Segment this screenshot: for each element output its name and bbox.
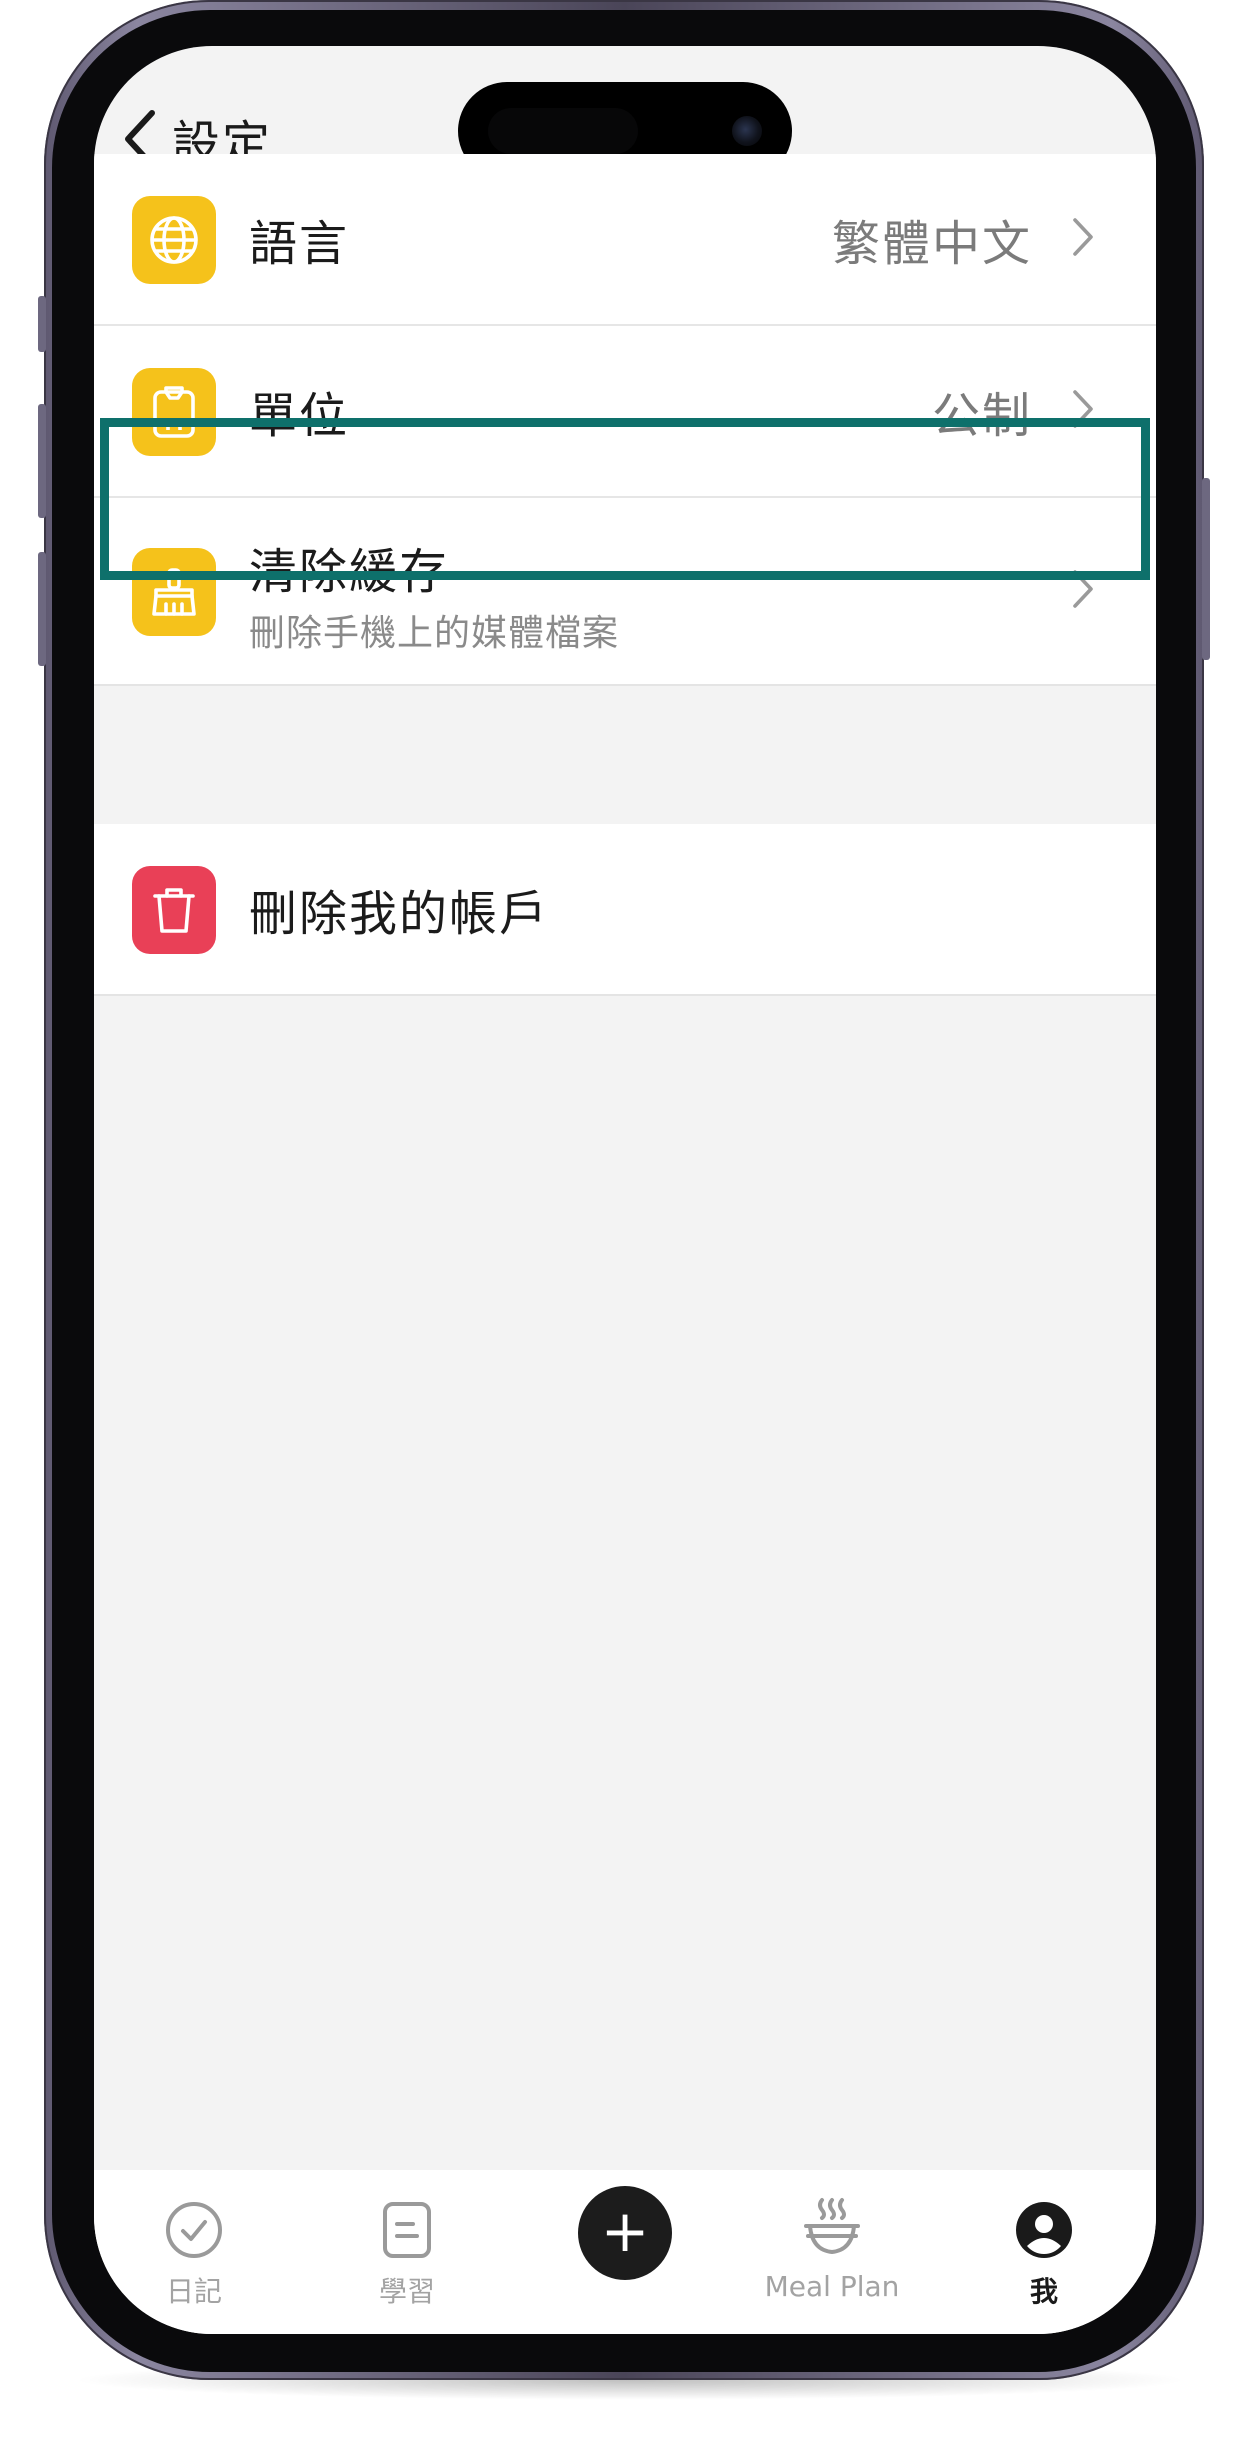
settings-row-clear-cache[interactable]: 清除緩存 刪除手機上的媒體檔案 [94,498,1156,686]
row-label: 刪除我的帳戶 [249,886,550,942]
tab-label: Meal Plan [764,2270,900,2303]
tab-bar: 日記 學習 + Meal Plan 我 [94,2170,1156,2334]
settings-group-general: 語言 繁體中文 單位 公制 清除緩存 刪除手機上的媒體檔案 [94,154,1156,686]
island-sensor [488,108,638,154]
tab-diary[interactable]: 日記 [114,2170,274,2310]
add-button[interactable]: + [578,2186,672,2280]
globe-icon [132,196,216,284]
chevron-right-icon [1072,217,1094,261]
tab-learn[interactable]: 學習 [327,2170,487,2310]
settings-row-units[interactable]: 單位 公制 [94,326,1156,498]
chevron-right-icon [1072,569,1094,613]
volume-up-button [38,404,46,518]
volume-down-button [38,552,46,666]
note-icon [327,2170,487,2260]
trash-icon [132,866,216,954]
tab-label: 學習 [378,2275,435,2308]
row-label: 清除緩存 [249,544,450,600]
tab-label: 日記 [165,2275,222,2308]
chevron-right-icon [1072,389,1094,433]
action-button [38,296,46,352]
front-camera [732,116,762,146]
row-label: 單位 [249,388,350,444]
clipboard-icon [132,368,216,456]
plus-icon: + [600,2197,650,2265]
user-icon [964,2170,1124,2260]
tab-meal-plan[interactable]: Meal Plan [752,2170,912,2303]
settings-row-delete-account[interactable]: 刪除我的帳戶 [94,824,1156,996]
settings-group-account: 刪除我的帳戶 [94,824,1156,996]
row-value: 公制 [931,388,1032,444]
settings-row-language[interactable]: 語言 繁體中文 [94,154,1156,326]
check-circle-icon [114,2170,274,2260]
row-sublabel: 刪除手機上的媒體檔案 [249,613,620,654]
power-button [1202,478,1210,660]
app-screen: 設定 語言 繁體中文 單位 公制 清除緩存 刪除手機上的媒體檔案 刪除我的帳戶 … [94,46,1156,2334]
tab-me[interactable]: 我 [964,2170,1124,2310]
row-label: 語言 [249,216,350,272]
row-value: 繁體中文 [831,216,1032,272]
broom-icon [132,548,216,636]
bowl-icon [752,2170,912,2260]
tab-label: 我 [1029,2275,1058,2308]
